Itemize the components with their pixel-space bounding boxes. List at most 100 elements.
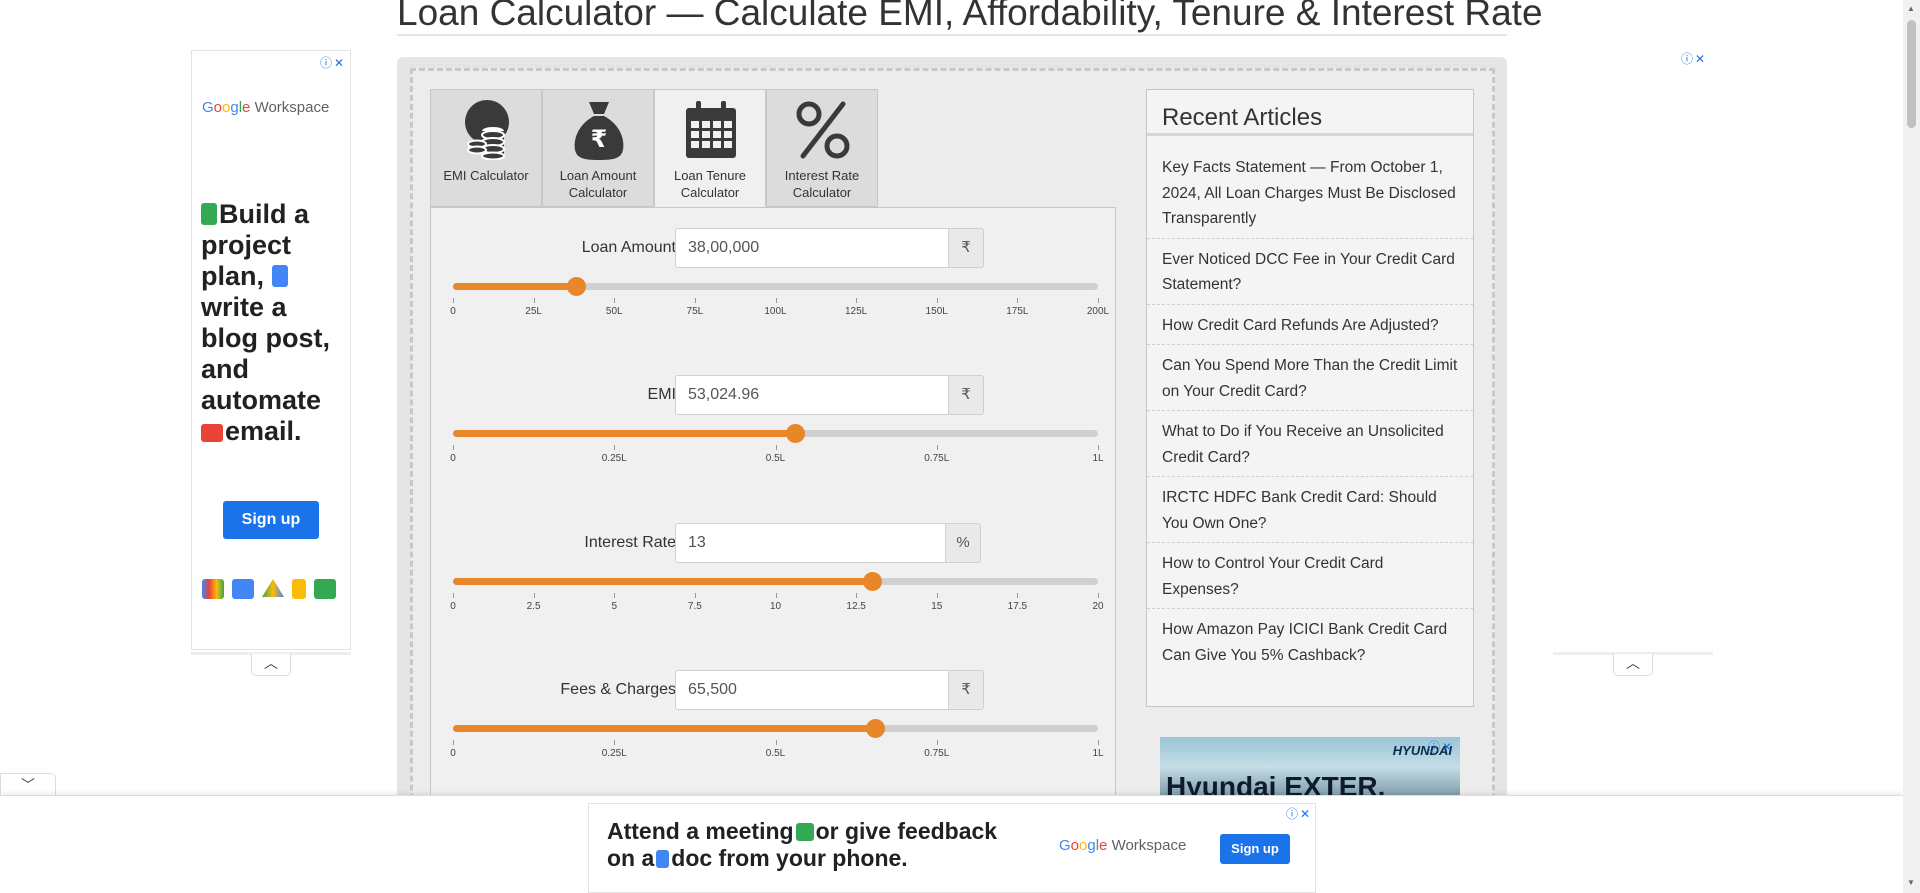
loan-amount-input[interactable]: 38,00,000 bbox=[675, 228, 949, 268]
scroll-up-arrow-icon[interactable]: ▲ bbox=[1907, 4, 1915, 13]
tab-loan-tenure-calculator[interactable]: Loan Tenure Calculator bbox=[654, 89, 766, 207]
tab-emi-calculator[interactable]: EMI Calculator bbox=[430, 89, 542, 207]
scale-tick-label: 0 bbox=[450, 748, 456, 759]
article-link[interactable]: Can You Spend More Than the Credit Limit… bbox=[1147, 350, 1473, 411]
article-link[interactable]: Key Facts Statement — From October 1, 20… bbox=[1147, 152, 1473, 239]
recent-articles-divider bbox=[1147, 133, 1473, 136]
scale-tick bbox=[453, 298, 454, 303]
page-title: Loan Calculator — Calculate EMI, Afforda… bbox=[397, 0, 1543, 33]
scale-tick bbox=[936, 593, 938, 598]
bottom-ad-signup-button[interactable]: Sign up bbox=[1220, 834, 1290, 864]
drive-icon bbox=[262, 579, 284, 597]
article-link[interactable]: What to Do if You Receive an Unsolicited… bbox=[1147, 416, 1473, 477]
scale-tick bbox=[453, 593, 454, 598]
keep-icon bbox=[292, 579, 306, 599]
scale-tick bbox=[533, 593, 535, 598]
percent-icon bbox=[796, 101, 850, 159]
emi-scale: 0 0.25L 0.5L 0.75L 1L bbox=[450, 445, 1104, 465]
scale-tick bbox=[856, 593, 858, 598]
slider-handle[interactable] bbox=[566, 277, 586, 296]
bottom-ad-text-4: doc from your phone. bbox=[671, 845, 908, 871]
scale-tick bbox=[614, 740, 616, 745]
tab-interest-rate-calculator[interactable]: Interest Rate Calculator bbox=[766, 89, 878, 207]
tab-label: Loan Amount Calculator bbox=[559, 168, 637, 200]
hyundai-ad[interactable]: HYUNDAI Hyundai EXTER. bbox=[1160, 737, 1460, 797]
hyundai-ad-close-icon[interactable]: ⓘ✕ bbox=[1428, 738, 1454, 755]
loan-amount-slider[interactable] bbox=[453, 277, 1098, 296]
recent-articles-list: Key Facts Statement — From October 1, 20… bbox=[1147, 152, 1473, 679]
calendar-app-icon bbox=[232, 579, 254, 599]
article-link[interactable]: How Credit Card Refunds Are Adjusted? bbox=[1147, 310, 1473, 345]
scrollbar-thumb[interactable] bbox=[1907, 20, 1916, 128]
recent-articles-title: Recent Articles bbox=[1162, 104, 1323, 131]
tab-loan-amount-calculator[interactable]: ₹ Loan Amount Calculator bbox=[542, 89, 654, 207]
ad-headline: Build a project plan, write a blog post,… bbox=[201, 199, 351, 447]
slider-fill bbox=[453, 283, 576, 290]
chevron-up-icon: ︿ bbox=[264, 655, 278, 671]
article-link[interactable]: How to Control Your Credit Card Expenses… bbox=[1147, 548, 1473, 609]
slider-handle[interactable] bbox=[863, 572, 883, 591]
scale-tick bbox=[614, 298, 616, 303]
scale-tick bbox=[775, 445, 777, 450]
title-divider bbox=[397, 34, 1507, 36]
slider-handle[interactable] bbox=[866, 719, 886, 738]
coins-icon bbox=[465, 100, 509, 160]
bottom-ad-toggle-button[interactable]: ﹀ bbox=[0, 773, 56, 797]
gmail-icon bbox=[201, 424, 223, 442]
interest-rate-slider[interactable] bbox=[453, 572, 1098, 591]
emi-input[interactable]: 53,024.96 bbox=[675, 375, 949, 415]
right-ad-close-icon[interactable]: ⓘ✕ bbox=[1681, 50, 1707, 67]
scale-tick bbox=[775, 298, 777, 303]
scale-tick bbox=[694, 298, 696, 303]
interest-rate-input[interactable]: 13 bbox=[675, 523, 946, 563]
app-icons-row bbox=[202, 579, 336, 599]
article-link[interactable]: IRCTC HDFC Bank Credit Card: Should You … bbox=[1147, 482, 1473, 543]
ad-headline-part-2: write a blog post, and automate bbox=[201, 292, 330, 415]
scale-tick bbox=[775, 740, 777, 745]
ad-signup-button[interactable]: Sign up bbox=[223, 501, 319, 539]
page-scrollbar[interactable]: ▲ ▼ bbox=[1903, 0, 1920, 893]
calculator-tabs: EMI Calculator ₹ Loan Amount Calculator bbox=[430, 89, 878, 207]
rupee-addon: ₹ bbox=[949, 375, 984, 415]
slider-handle[interactable] bbox=[785, 424, 805, 443]
collapse-right-ad-button[interactable]: ︿ bbox=[1613, 654, 1653, 676]
scale-tick-label: 10 bbox=[769, 601, 782, 612]
scale-tick-label: 200L bbox=[1086, 306, 1110, 317]
docs-icon bbox=[271, 265, 288, 287]
scale-tick-label: 125L bbox=[845, 306, 868, 317]
meet-icon bbox=[314, 579, 336, 599]
scale-tick-label: 25L bbox=[525, 306, 542, 317]
slider-fill bbox=[453, 725, 876, 732]
meet-icon bbox=[795, 823, 814, 841]
interest-rate-label: Interest Rate bbox=[584, 534, 676, 551]
scale-tick-label: 0.5L bbox=[765, 748, 786, 759]
rupee-addon: ₹ bbox=[949, 670, 984, 710]
article-link[interactable]: How Amazon Pay ICICI Bank Credit Card Ca… bbox=[1147, 614, 1473, 674]
tab-label: Interest Rate Calculator bbox=[784, 168, 860, 200]
bottom-ad-headline: Attend a meeting or give feedback on a doc… bbox=[607, 818, 997, 872]
loan-amount-scale: 0 25L 50L 75L 100L 125L 150L 175L 200L bbox=[450, 298, 1109, 318]
scale-tick-label: 1L bbox=[1092, 453, 1104, 464]
left-ad[interactable]: ⓘ✕ Google Workspace Build a project plan… bbox=[191, 50, 351, 650]
bottom-ad-text-3: on a bbox=[607, 845, 655, 871]
bottom-ad[interactable]: Attend a meeting or give feedback on a doc… bbox=[588, 803, 1316, 893]
scale-tick bbox=[533, 298, 535, 303]
fees-charges-input[interactable]: 65,500 bbox=[675, 670, 949, 710]
scale-tick bbox=[694, 593, 696, 598]
gmail-icon bbox=[202, 579, 224, 599]
emi-slider[interactable] bbox=[453, 424, 1098, 443]
recent-articles-widget: Recent Articles Key Facts Statement — Fr… bbox=[1146, 89, 1474, 707]
scale-tick-label: 0.25L bbox=[601, 453, 627, 464]
slider-fill bbox=[453, 578, 873, 585]
bottom-ad-close-icon[interactable]: ⓘ✕ bbox=[1286, 805, 1312, 822]
scale-tick-label: 0.75L bbox=[924, 748, 950, 759]
fees-charges-slider[interactable] bbox=[453, 719, 1098, 738]
ad-close-icon[interactable]: ⓘ✕ bbox=[320, 54, 346, 71]
article-link[interactable]: Ever Noticed DCC Fee in Your Credit Card… bbox=[1147, 244, 1473, 305]
collapse-left-ad-button[interactable]: ︿ bbox=[251, 654, 291, 676]
chevron-up-icon: ︿ bbox=[1626, 655, 1640, 671]
scale-tick-label: 0.25L bbox=[601, 748, 627, 759]
scroll-down-arrow-icon[interactable]: ▼ bbox=[1907, 878, 1915, 887]
page: Loan Calculator — Calculate EMI, Afforda… bbox=[0, 0, 1920, 893]
hyundai-ad-title: Hyundai EXTER. bbox=[1166, 771, 1386, 797]
